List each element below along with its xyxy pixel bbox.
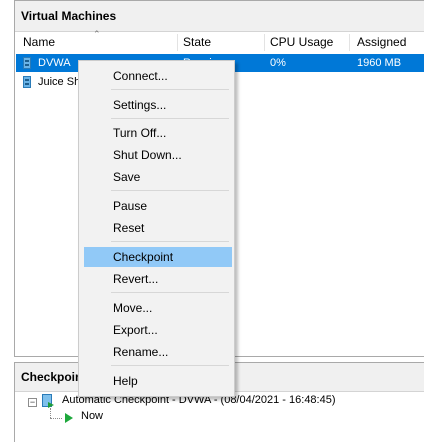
vm-assigned-memory: 1960 MB — [357, 57, 402, 69]
checkpoint-badge-icon — [48, 402, 54, 408]
menu-item-rename[interactable]: Rename... — [84, 342, 232, 362]
menu-item-move[interactable]: Move... — [84, 298, 232, 318]
menu-separator — [111, 118, 229, 119]
menu-item-pause[interactable]: Pause — [84, 196, 232, 216]
menu-item-reset[interactable]: Reset — [84, 218, 232, 238]
context-menu: Connect... Settings... Turn Off... Shut … — [78, 60, 235, 397]
menu-separator — [111, 365, 229, 366]
menu-item-help[interactable]: Help — [84, 371, 232, 391]
tree-connector — [50, 418, 62, 419]
column-name[interactable]: Name — [23, 32, 55, 53]
collapse-tree-icon[interactable]: − — [28, 398, 37, 407]
menu-separator — [111, 241, 229, 242]
checkpoint-now-item[interactable]: Now — [81, 410, 103, 422]
vm-name: Juice Sh — [38, 76, 81, 88]
now-marker-icon — [65, 413, 73, 423]
menu-item-turn-off[interactable]: Turn Off... — [84, 123, 232, 143]
vm-panel-title: Virtual Machines — [15, 1, 424, 32]
menu-item-export[interactable]: Export... — [84, 320, 232, 340]
column-cpu-usage[interactable]: CPU Usage — [270, 32, 333, 53]
column-state[interactable]: State — [183, 32, 211, 53]
vm-name: DVWA — [38, 57, 71, 69]
sort-ascending-icon: ⌃ — [93, 29, 101, 39]
virtual-machine-icon — [23, 57, 31, 69]
menu-separator — [111, 89, 229, 90]
vm-cpu-usage: 0% — [270, 57, 286, 69]
menu-separator — [111, 190, 229, 191]
menu-item-shut-down[interactable]: Shut Down... — [84, 145, 232, 165]
tree-connector — [50, 408, 51, 418]
menu-item-settings[interactable]: Settings... — [84, 95, 232, 115]
column-assigned-memory[interactable]: Assigned Me — [357, 32, 424, 70]
menu-item-checkpoint[interactable]: Checkpoint — [84, 247, 232, 267]
virtual-machine-icon — [23, 76, 31, 88]
menu-item-revert[interactable]: Revert... — [84, 269, 232, 289]
menu-item-connect[interactable]: Connect... — [84, 66, 232, 86]
menu-item-save[interactable]: Save — [84, 167, 232, 187]
menu-separator — [111, 292, 229, 293]
vm-column-header: Name ⌃ State CPU Usage Assigned Me — [15, 29, 424, 70]
